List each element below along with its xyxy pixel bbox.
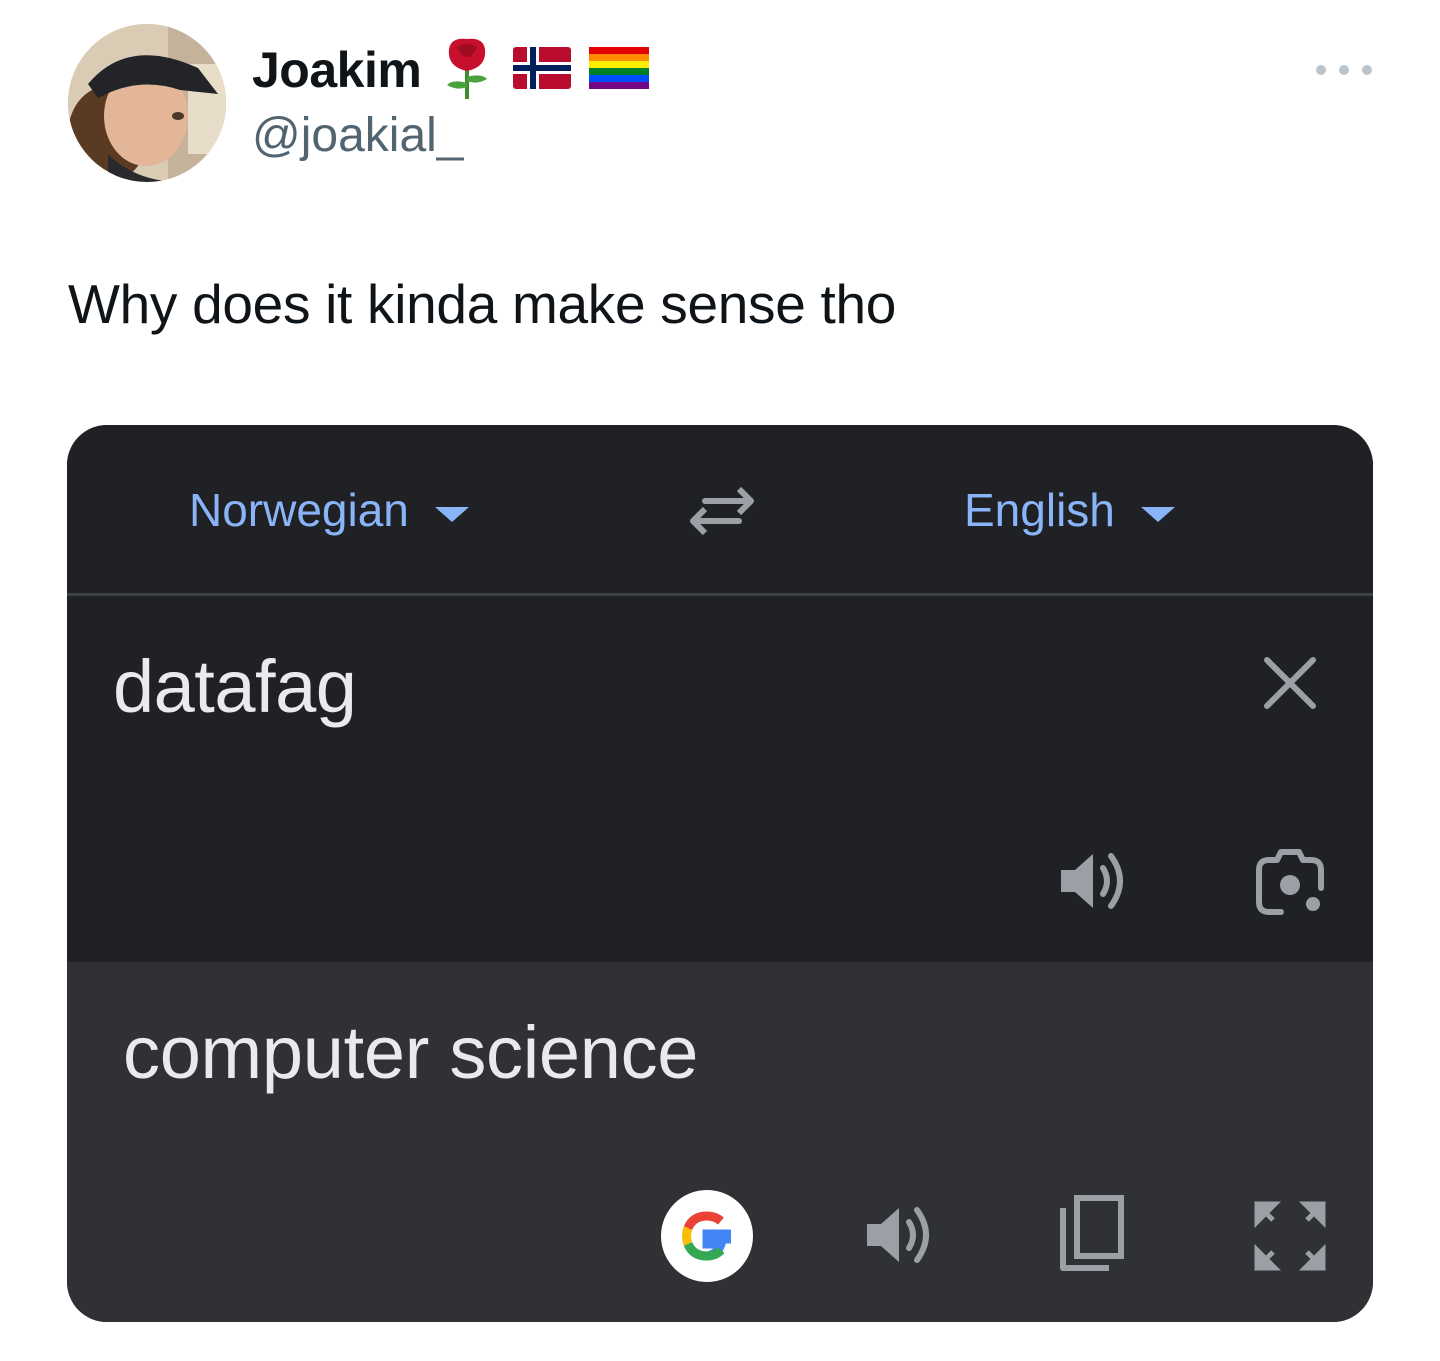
translation-result-area: computer science <box>67 962 1373 1322</box>
fullscreen-icon[interactable] <box>1253 1200 1327 1272</box>
author-name-row: Joakim <box>252 35 650 106</box>
dot <box>1316 65 1326 75</box>
dot <box>1339 65 1349 75</box>
caret-down-icon <box>434 506 469 522</box>
author-avatar[interactable] <box>68 24 226 182</box>
more-options-icon[interactable] <box>1316 58 1372 82</box>
source-input-area[interactable]: datafag <box>67 596 1373 962</box>
source-language-label: Norwegian <box>189 484 409 536</box>
swap-languages-icon[interactable] <box>685 483 759 539</box>
copy-icon[interactable] <box>1057 1194 1127 1274</box>
author-handle[interactable]: @joakial_ <box>252 108 464 163</box>
language-bar: Norwegian English <box>67 425 1373 593</box>
tweet-text: Why does it kinda make sense tho <box>68 273 897 335</box>
rainbow-flag-icon <box>589 46 650 94</box>
google-logo-icon[interactable] <box>661 1190 753 1282</box>
avatar-image <box>68 24 226 182</box>
target-language-label: English <box>964 484 1115 536</box>
close-icon[interactable] <box>1259 652 1321 714</box>
source-language-selector[interactable]: Norwegian <box>189 483 469 537</box>
camera-lens-icon[interactable] <box>1253 846 1327 918</box>
caret-down-icon <box>1140 506 1175 522</box>
translate-screenshot[interactable]: Norwegian English datafag computer scien… <box>67 425 1373 1322</box>
translation-result-text: computer science <box>123 1011 699 1094</box>
dot <box>1362 65 1372 75</box>
source-text[interactable]: datafag <box>113 644 357 729</box>
speaker-icon[interactable] <box>1057 844 1131 918</box>
speaker-icon[interactable] <box>863 1198 937 1272</box>
target-language-selector[interactable]: English <box>964 483 1175 537</box>
rose-icon <box>439 35 495 106</box>
norway-flag-icon <box>513 46 572 94</box>
display-name[interactable]: Joakim <box>252 41 422 99</box>
